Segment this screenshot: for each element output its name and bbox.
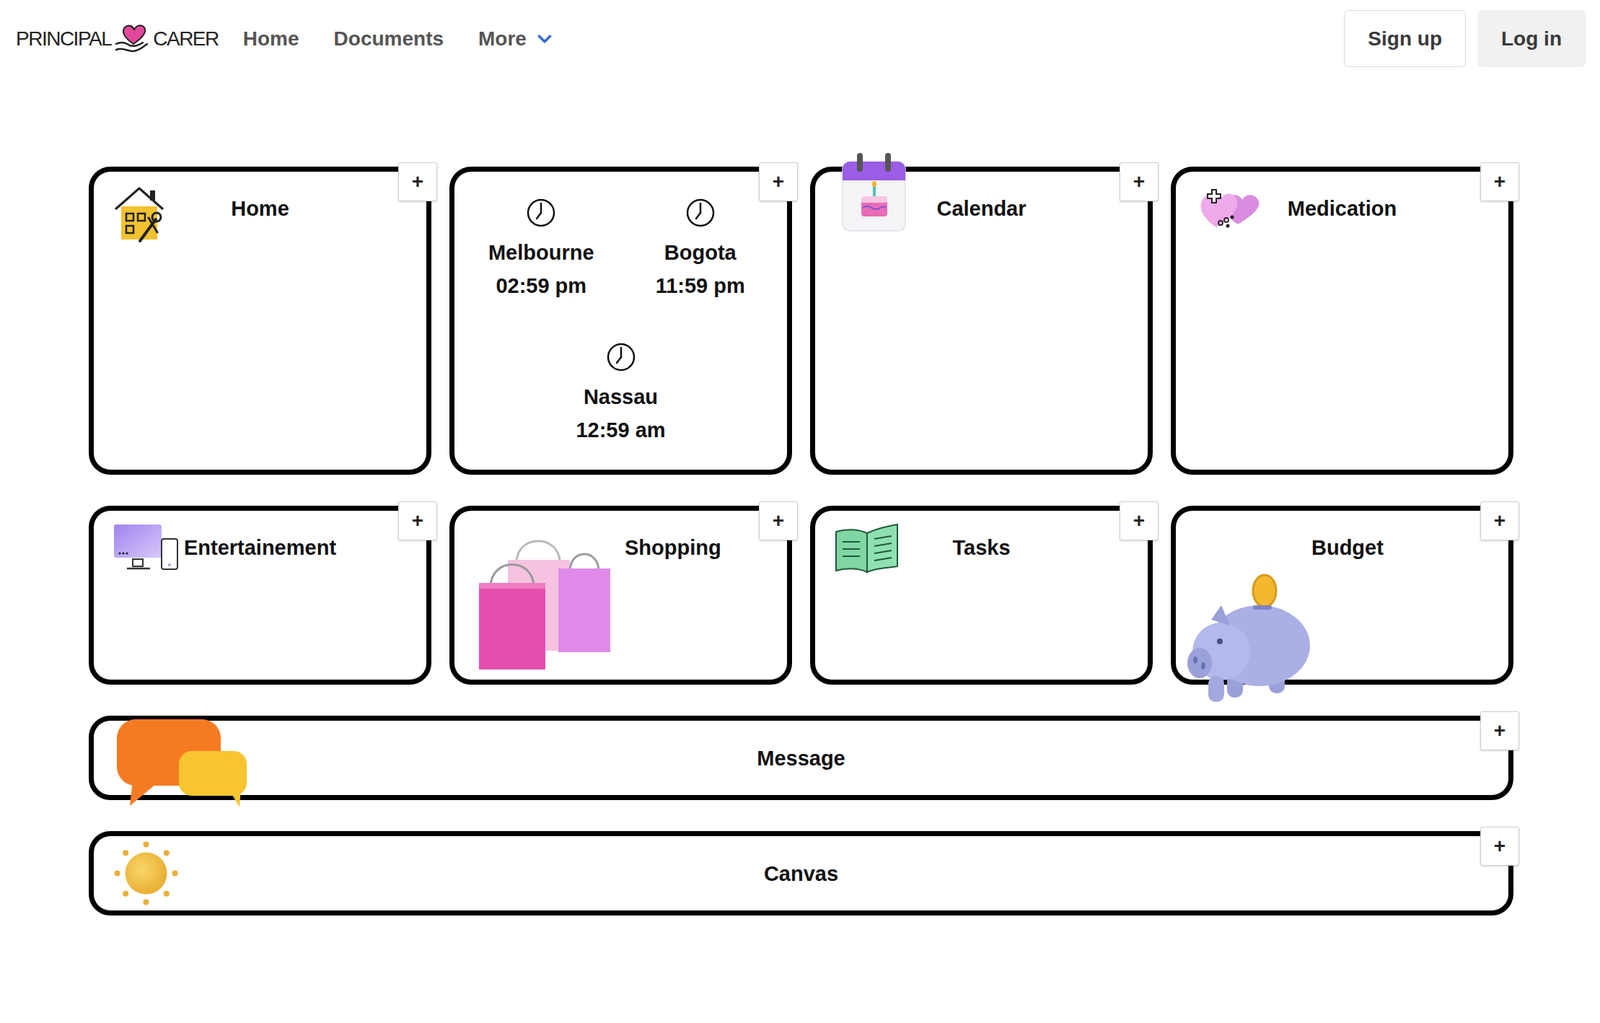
clock-city: Melbourne: [488, 238, 595, 267]
calendar-cake-icon: [839, 151, 909, 236]
dashboard: +Home+Melbourne02:59 pmBogota11:59 pmNas…: [0, 77, 1600, 959]
nav-link[interactable]: Home: [243, 27, 300, 51]
dashboard-card[interactable]: +Medication: [1170, 166, 1514, 475]
clock-time: 02:59 pm: [495, 271, 587, 301]
add-button[interactable]: +: [1119, 501, 1159, 541]
card-row: +Entertainement+Shopping+Tasks+Budget: [88, 505, 1514, 685]
add-button[interactable]: +: [758, 162, 798, 202]
card-title: Shopping: [624, 534, 722, 561]
brand-left: PRINCIPAL: [15, 27, 112, 51]
open-book-icon: [833, 522, 901, 575]
nav-links: Home Documents More: [243, 27, 556, 51]
add-button[interactable]: +: [398, 501, 438, 541]
dashboard-card[interactable]: +Shopping: [449, 505, 793, 685]
card-header: Medication: [1175, 171, 1509, 241]
card-header: Home: [93, 171, 427, 254]
card-icon-slot: [112, 181, 166, 244]
clock-time: 11:59 pm: [655, 271, 746, 301]
dashboard-card[interactable]: +Calendar: [810, 166, 1153, 475]
card-title: Tasks: [952, 534, 1010, 561]
add-button[interactable]: +: [1480, 826, 1520, 866]
clock-icon: [685, 197, 716, 228]
piggy-bank-icon: [1183, 560, 1312, 705]
nav-link[interactable]: Documents: [333, 27, 444, 51]
dashboard-card[interactable]: +Melbourne02:59 pmBogota11:59 pmNassau12…: [449, 166, 793, 475]
card-icon-slot: [1194, 186, 1264, 231]
clock-time: 12:59 am: [575, 415, 666, 445]
card-icon-slot: [113, 714, 250, 809]
chat-bubbles-icon: [113, 714, 250, 809]
card-title: Budget: [1311, 534, 1384, 561]
brand-logo[interactable]: PRINCIPAL CARER: [15, 22, 219, 56]
banner-title: Canvas: [763, 860, 839, 887]
auth-buttons: Sign upLog in: [1343, 10, 1586, 68]
dashboard-card[interactable]: +Home: [88, 166, 432, 475]
card-title: Entertainement: [183, 534, 337, 561]
banner-card[interactable]: +Message: [88, 715, 1514, 800]
navbar: PRINCIPAL CARER Home Documents More Sign upLo…: [0, 0, 1600, 78]
dashboard-card[interactable]: +Budget: [1170, 505, 1514, 685]
card-icon-slot: [112, 522, 180, 573]
banner-header: Canvas: [93, 836, 1509, 911]
card-header: Budget: [1175, 510, 1509, 665]
card-icon-slot: [839, 151, 909, 236]
house-tools-icon: [112, 181, 166, 244]
add-button[interactable]: +: [1480, 501, 1520, 541]
world-clock: Bogota 11:59 pm: [621, 197, 781, 301]
card-header: Calendar: [815, 171, 1148, 246]
world-clock: Melbourne 02:59 pm: [461, 197, 622, 301]
clock-icon: [525, 197, 557, 228]
heart-hand-icon: [113, 22, 151, 56]
card-icon-slot: [471, 530, 625, 671]
card-title: Medication: [1287, 195, 1397, 222]
clock-city: Bogota: [664, 238, 737, 267]
card-icon-slot: [112, 839, 180, 907]
card-title: Calendar: [936, 195, 1026, 222]
monitor-phone-icon: [112, 522, 180, 573]
world-clocks: Melbourne 02:59 pm Bogota 11:59 pm Nassau12:…: [454, 171, 788, 459]
card-header: Shopping: [454, 510, 788, 667]
dashboard-card[interactable]: +Tasks: [810, 505, 1153, 685]
card-header: Entertainement: [93, 510, 427, 583]
add-button[interactable]: +: [1480, 162, 1520, 202]
dashboard-card[interactable]: +Entertainement: [88, 505, 432, 685]
banner-header: Message: [93, 720, 1509, 795]
banner-title: Message: [756, 745, 846, 772]
nav-link[interactable]: More: [478, 27, 556, 51]
world-clock: Nassau12:59 am: [461, 341, 780, 445]
card-row: +Home+Melbourne02:59 pmBogota11:59 pmNas…: [88, 166, 1514, 475]
clock-icon: [605, 341, 637, 373]
auth-button[interactable]: Sign up: [1343, 10, 1466, 68]
shopping-bags-icon: [471, 530, 625, 671]
auth-button[interactable]: Log in: [1477, 10, 1586, 68]
card-icon-slot: [833, 522, 901, 575]
add-button[interactable]: +: [1480, 711, 1520, 751]
sun-icon: [112, 839, 180, 907]
banner-card[interactable]: +Canvas: [88, 831, 1514, 916]
add-button[interactable]: +: [758, 501, 798, 541]
clock-city: Nassau: [583, 382, 658, 412]
add-button[interactable]: +: [398, 162, 438, 202]
card-icon-slot: [1183, 560, 1312, 705]
chevron-down-icon: [533, 28, 556, 50]
medication-hearts-icon: [1194, 186, 1264, 231]
brand-right: CARER: [152, 27, 219, 51]
card-header: Tasks: [815, 510, 1148, 586]
add-button[interactable]: +: [1119, 162, 1159, 202]
card-title: Home: [230, 195, 290, 222]
